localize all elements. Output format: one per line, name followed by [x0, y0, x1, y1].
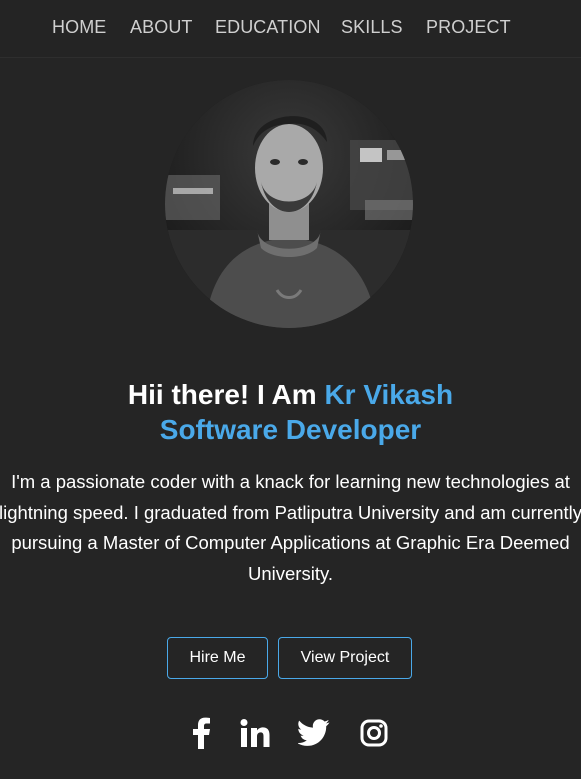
hero-name: Kr Vikash [324, 379, 454, 410]
navbar: HOME ABOUT EDUCATION SKILLS PROJECT [0, 0, 581, 58]
hero-bio: I'm a passionate coder with a knack for … [0, 471, 581, 584]
instagram-icon[interactable] [357, 716, 391, 750]
hero-greeting: Hii there! I Am [127, 379, 325, 410]
hero-heading: Hii there! I Am Kr Vikash [0, 377, 581, 413]
nav-education[interactable]: EDUCATION [215, 17, 321, 38]
nav-home[interactable]: HOME [52, 17, 106, 38]
nav-skills[interactable]: SKILLS [341, 17, 403, 38]
twitter-icon[interactable] [297, 716, 331, 750]
hero-role: Software Developer [159, 414, 422, 445]
hire-me-button[interactable]: Hire Me [167, 637, 268, 679]
profile-photo [165, 80, 413, 328]
view-project-button[interactable]: View Project [278, 637, 412, 679]
facebook-icon[interactable] [184, 716, 218, 750]
nav-project[interactable]: PROJECT [426, 17, 511, 38]
nav-about[interactable]: ABOUT [130, 17, 193, 38]
linkedin-icon[interactable] [238, 716, 272, 750]
